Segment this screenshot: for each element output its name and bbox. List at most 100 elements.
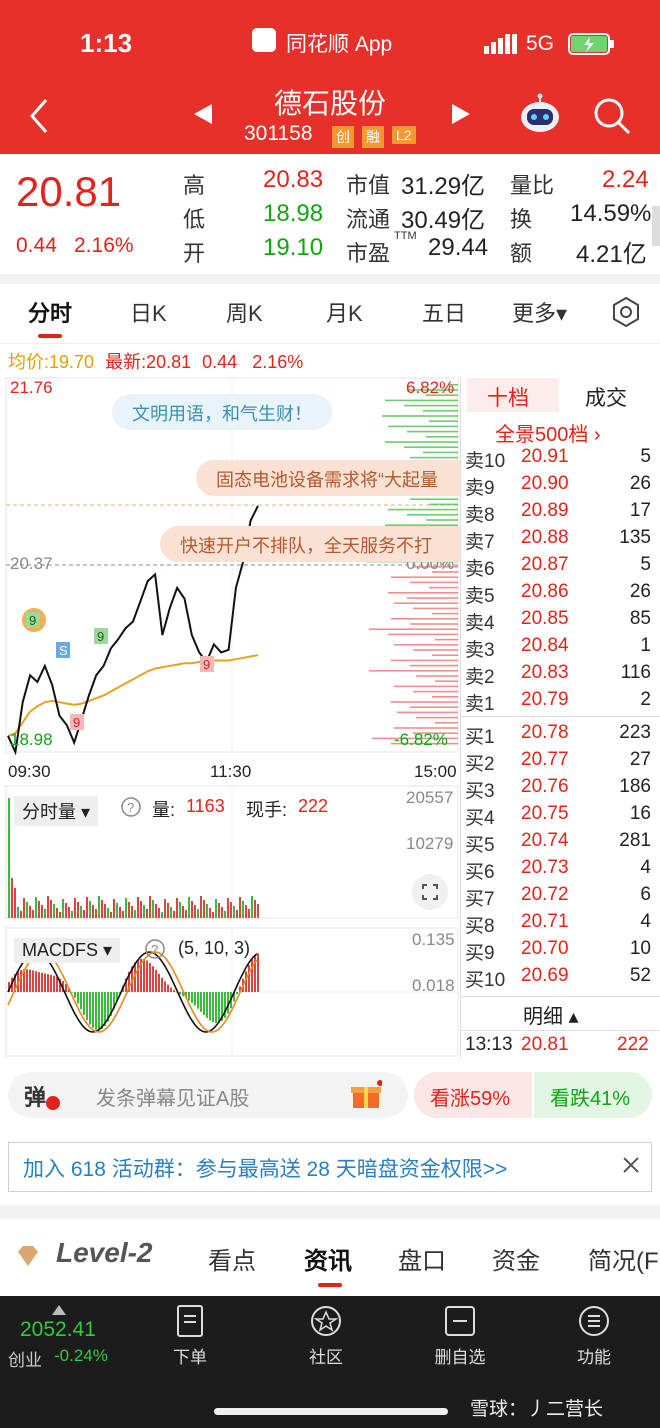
- bid-label: 买7: [465, 889, 495, 910]
- next-stock-icon[interactable]: [450, 102, 472, 131]
- bid-volume: 4: [640, 857, 651, 878]
- ask-row[interactable]: 卖1 20.79 2: [461, 687, 660, 715]
- bullish-button[interactable]: 看涨59%: [414, 1072, 532, 1118]
- subtab-highlights[interactable]: 看点: [208, 1241, 256, 1276]
- settings-hexagon-icon[interactable]: [610, 296, 642, 333]
- back-icon[interactable]: [24, 96, 54, 141]
- low-value: 18.98: [263, 200, 324, 227]
- ask-row[interactable]: 卖7 20.88 135: [461, 525, 660, 553]
- orderbook-tab-trades[interactable]: 成交: [585, 382, 627, 412]
- bid-row[interactable]: 买6 20.73 4: [461, 855, 660, 883]
- macd-help-icon[interactable]: ?: [144, 938, 166, 965]
- danmu-bubble-1[interactable]: 文明用语，和气生财！: [112, 394, 332, 430]
- bid-price: 20.75: [521, 803, 569, 824]
- macd-bar: [41, 972, 43, 992]
- index-change: -0.24%: [54, 1346, 108, 1365]
- level2-label[interactable]: Level-2: [56, 1237, 153, 1269]
- macd-bar: [146, 960, 148, 992]
- ask-row[interactable]: 卖8 20.89 17: [461, 498, 660, 526]
- tab-five-day[interactable]: 五日: [422, 296, 466, 328]
- bearish-button[interactable]: 看跌41%: [534, 1072, 652, 1118]
- ask-row[interactable]: 卖9 20.90 26: [461, 471, 660, 499]
- tab-weekly-k[interactable]: 周K: [226, 296, 263, 328]
- macd-bar: [236, 992, 238, 995]
- depth-bar: [388, 508, 458, 511]
- bid-row[interactable]: 买10 20.69 52: [461, 963, 660, 991]
- ask-row[interactable]: 卖2 20.83 116: [461, 660, 660, 688]
- depth-bar: [413, 690, 458, 693]
- bid-row[interactable]: 买9 20.70 10: [461, 936, 660, 964]
- mktcap-value: 31.29亿: [401, 173, 486, 200]
- bid-volume: 186: [619, 776, 651, 797]
- ask-row[interactable]: 卖6 20.87 5: [461, 552, 660, 580]
- volume-bar: [92, 905, 94, 918]
- quote-summary: 20.81 0.44 2.16% 高 20.83 低 18.98 开 19.10…: [0, 154, 660, 274]
- tab-monthly-k[interactable]: 月K: [326, 296, 363, 328]
- help-icon[interactable]: ?: [120, 796, 142, 823]
- ask-row[interactable]: 卖3 20.84 1: [461, 633, 660, 661]
- subtab-orderbook[interactable]: 盘口: [398, 1241, 446, 1276]
- subtab-news[interactable]: 资讯: [304, 1241, 352, 1276]
- promo-text[interactable]: 加入 618 活动群：参与最高送 28 天暗盘资金权限>>: [23, 1153, 507, 1183]
- nav-community[interactable]: 社区: [296, 1304, 356, 1374]
- danmu-input[interactable]: 弹 发条弹幕见证A股: [8, 1072, 408, 1118]
- depth-bar: [391, 576, 458, 578]
- bid-row[interactable]: 买2 20.77 27: [461, 747, 660, 775]
- detail-toggle[interactable]: 明细 ▴: [523, 1000, 579, 1029]
- nav-remove-watchlist[interactable]: 删自选: [424, 1304, 496, 1374]
- bid-row[interactable]: 买4 20.75 16: [461, 801, 660, 829]
- prev-stock-icon[interactable]: [192, 102, 214, 131]
- promo-banner[interactable]: 加入 618 活动群：参与最高送 28 天暗盘资金权限>>: [8, 1142, 652, 1192]
- ask-row[interactable]: 卖5 20.86 26: [461, 579, 660, 607]
- bid-volume: 281: [619, 830, 651, 851]
- volume-selector[interactable]: 分时量 ▾: [14, 796, 99, 826]
- volume-bar: [254, 900, 256, 918]
- bearish-label: 看跌41%: [550, 1088, 631, 1110]
- ask-row[interactable]: 卖4 20.85 85: [461, 606, 660, 634]
- ask-volume: 135: [619, 527, 651, 548]
- last-trade-price: 20.81: [521, 1034, 569, 1055]
- macd-bar: [53, 975, 55, 992]
- macd-bar: [74, 992, 76, 998]
- robot-assistant-icon[interactable]: [518, 92, 562, 141]
- macd-bar: [101, 992, 103, 1029]
- depth-bar: [407, 430, 458, 433]
- depth-bar: [407, 514, 458, 516]
- macd-selector[interactable]: MACDFS ▾: [14, 938, 121, 963]
- info-tabs: Level-2 看点 资讯 盘口 资金 简况(F: [0, 1225, 660, 1295]
- macd-bar: [215, 992, 217, 1023]
- fullscreen-icon[interactable]: [412, 874, 448, 910]
- bid-label: 买6: [465, 862, 495, 883]
- subtab-funds[interactable]: 资金: [492, 1241, 540, 1276]
- bid-levels: 买1 20.78 223 买2 20.77 27 买3 20.76 186 买4 20.75 16 买5…: [461, 720, 660, 991]
- danmu-bubble-2[interactable]: 固态电池设备需求将“大起量: [196, 460, 460, 496]
- ask-row[interactable]: 卖10 20.91 5: [461, 444, 660, 472]
- full-depth-link[interactable]: 全景500档 ›: [495, 418, 601, 447]
- bid-row[interactable]: 买3 20.76 186: [461, 774, 660, 802]
- depth-bar: [382, 415, 458, 417]
- network-type: 5G: [526, 32, 555, 55]
- tab-daily-k[interactable]: 日K: [130, 296, 167, 328]
- search-icon[interactable]: [592, 96, 632, 141]
- volume-bar: [182, 906, 184, 918]
- bid-row[interactable]: 买8 20.71 4: [461, 909, 660, 937]
- index-value[interactable]: 2052.41: [20, 1318, 96, 1342]
- close-icon[interactable]: [621, 1155, 641, 1180]
- tab-more[interactable]: 更多▾: [512, 296, 567, 328]
- macd-bar: [203, 992, 205, 1015]
- tab-intraday[interactable]: 分时: [28, 296, 72, 328]
- home-indicator[interactable]: [214, 1408, 448, 1415]
- bid-row[interactable]: 买1 20.78 223: [461, 720, 660, 748]
- nav-functions[interactable]: 功能: [564, 1304, 624, 1374]
- svg-text:9: 9: [29, 613, 36, 628]
- danmu-bubble-3[interactable]: 快速开户不排队，全天服务不打: [160, 526, 460, 562]
- macd-bar: [158, 973, 160, 992]
- subtab-profile[interactable]: 简况(F: [588, 1241, 660, 1276]
- orderbook-tab-ten[interactable]: 十档: [487, 382, 529, 412]
- depth-bar: [385, 399, 458, 402]
- bid-row[interactable]: 买7 20.72 6: [461, 882, 660, 910]
- nav-order[interactable]: 下单: [160, 1304, 220, 1374]
- tab-active-indicator: [38, 334, 62, 338]
- gift-icon[interactable]: [350, 1080, 383, 1115]
- bid-row[interactable]: 买5 20.74 281: [461, 828, 660, 856]
